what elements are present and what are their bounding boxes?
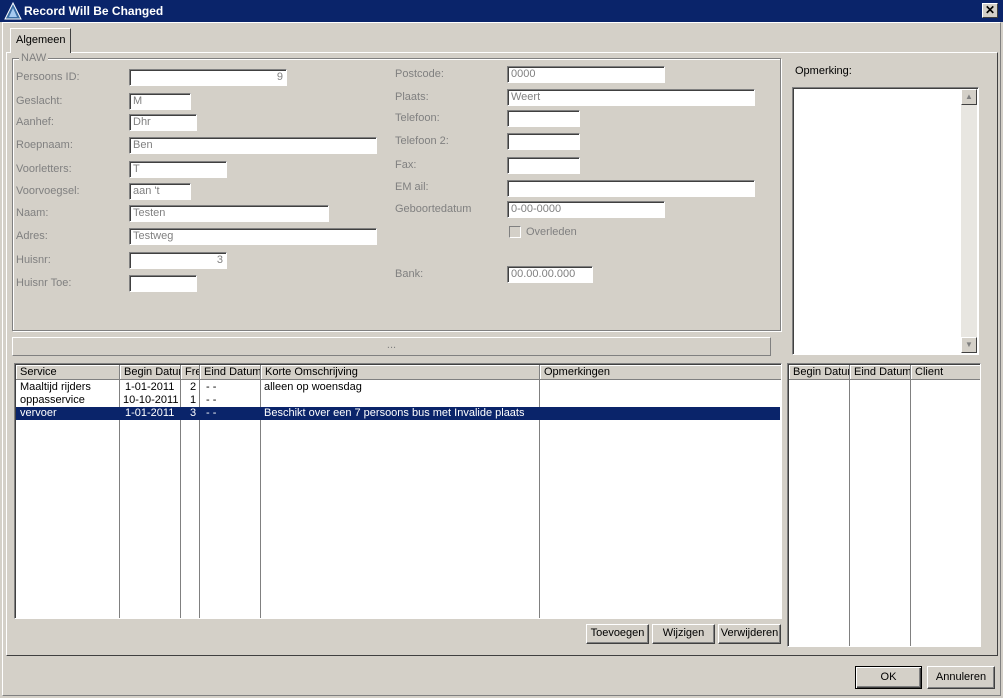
plaats-field[interactable]: Weert	[507, 89, 755, 106]
voorletters-field[interactable]: T	[129, 161, 227, 178]
cell-begin-datum: 1-01-2011	[125, 407, 175, 419]
window-title: Record Will Be Changed	[24, 4, 164, 18]
close-button[interactable]: ✕	[982, 3, 998, 18]
client-grid[interactable]: Begin Datum Eind Datum Client	[787, 363, 981, 647]
table-row-selected[interactable]: vervoer 1-01-2011 3 - - Beschikt over ee…	[16, 407, 780, 420]
opmerking-label: Opmerking:	[795, 65, 852, 77]
overleden-label: Overleden	[526, 226, 577, 238]
wijzigen-button[interactable]: Wijzigen	[652, 624, 715, 644]
adres-field[interactable]: Testweg	[129, 228, 377, 245]
wijzigen-label: Wijzigen	[662, 627, 705, 639]
scroll-down-icon[interactable]: ▼	[961, 337, 977, 353]
splitter-dots: ...	[386, 339, 397, 351]
cell-eind-datum: - -	[206, 381, 217, 393]
col-client-header[interactable]: Client	[911, 365, 980, 380]
col-freq-header[interactable]: Freq	[181, 365, 200, 380]
col-right-eind-datum-header[interactable]: Eind Datum	[850, 365, 911, 380]
email-field[interactable]	[507, 180, 755, 197]
col-opmerkingen-header[interactable]: Opmerkingen	[540, 365, 781, 380]
ok-button[interactable]: OK	[855, 666, 922, 689]
geslacht-label: Geslacht:	[16, 95, 63, 107]
ok-label: OK	[880, 671, 897, 683]
naam-label: Naam:	[16, 207, 49, 219]
huisnr-field[interactable]: 3	[129, 252, 227, 269]
col-begin-datum-header[interactable]: Begin Datum	[120, 365, 181, 380]
telefoon2-field[interactable]	[507, 133, 580, 150]
close-icon: ✕	[984, 3, 996, 17]
annuleren-label: Annuleren	[935, 671, 987, 683]
aanhef-label: Aanhef:	[16, 116, 54, 128]
huisnr-toe-label: Huisnr Toe:	[16, 277, 72, 289]
cell-korte-omschrijving: alleen op woensdag	[264, 381, 362, 393]
col-korte-omschrijving-header[interactable]: Korte Omschrijving	[261, 365, 540, 380]
col-service-header[interactable]: Service	[16, 365, 120, 380]
title-bar: Record Will Be Changed ✕	[0, 0, 1003, 22]
geslacht-field[interactable]: M	[129, 93, 191, 110]
col-eind-datum-header[interactable]: Eind Datum	[200, 365, 261, 380]
voorletters-label: Voorletters:	[16, 163, 72, 175]
verwijderen-button[interactable]: Verwijderen	[718, 624, 781, 644]
telefoon-label: Telefoon:	[395, 112, 440, 124]
aanhef-field[interactable]: Dhr	[129, 114, 197, 131]
naw-group-label: NAW	[19, 52, 49, 64]
cell-freq: 1	[190, 394, 197, 406]
adres-label: Adres:	[16, 230, 48, 242]
tab-algemeen-label: Algemeen	[16, 34, 66, 46]
telefoon-field[interactable]	[507, 110, 580, 127]
cell-begin-datum: 1-01-2011	[125, 381, 175, 393]
table-row[interactable]: oppasservice 10-10-2011 1 - -	[16, 394, 780, 407]
voorvoegsel-label: Voorvoegsel:	[16, 185, 80, 197]
opmerking-memo[interactable]: ▲ ▼	[792, 87, 979, 355]
verwijderen-label: Verwijderen	[720, 627, 779, 639]
overleden-checkbox[interactable]	[509, 226, 521, 238]
roepnaam-field[interactable]: Ben	[129, 137, 377, 154]
cell-eind-datum: - -	[206, 394, 217, 406]
cell-begin-datum: 10-10-2011	[123, 394, 179, 406]
postcode-field[interactable]: 0000	[507, 66, 665, 83]
tab-algemeen[interactable]: Algemeen	[10, 28, 71, 53]
cell-service: oppasservice	[20, 394, 85, 406]
cell-service: vervoer	[20, 407, 57, 419]
cell-service: Maaltijd rijders	[20, 381, 91, 393]
huisnr-label: Huisnr:	[16, 254, 51, 266]
email-label: EM ail:	[395, 181, 429, 193]
roepnaam-label: Roepnaam:	[16, 139, 73, 151]
cell-korte-omschrijving: Beschikt over een 7 persoons bus met Inv…	[264, 407, 525, 419]
geboortedatum-field[interactable]: 0-00-0000	[507, 201, 665, 218]
cell-freq: 2	[190, 381, 197, 393]
scroll-up-icon[interactable]: ▲	[961, 89, 977, 105]
splitter-handle[interactable]: ...	[12, 337, 771, 356]
table-row[interactable]: Maaltijd rijders 1-01-2011 2 - - alleen …	[16, 381, 780, 394]
geboortedatum-label: Geboortedatum	[395, 203, 472, 215]
plaats-label: Plaats:	[395, 91, 429, 103]
fax-label: Fax:	[395, 159, 417, 171]
postcode-label: Postcode:	[395, 68, 444, 80]
col-right-begin-datum-header[interactable]: Begin Datum	[789, 365, 850, 380]
memo-scrollbar[interactable]: ▲ ▼	[961, 89, 977, 353]
naam-field[interactable]: Testen	[129, 205, 329, 222]
fax-field[interactable]	[507, 157, 580, 174]
voorvoegsel-field[interactable]: aan 't	[129, 183, 191, 200]
services-grid[interactable]: Service Begin Datum Freq Eind Datum Kort…	[14, 363, 782, 619]
toevoegen-label: Toevoegen	[590, 627, 645, 639]
cell-freq: 3	[190, 407, 197, 419]
persoons-id-field[interactable]: 9	[129, 69, 287, 86]
annuleren-button[interactable]: Annuleren	[927, 666, 995, 689]
bank-field[interactable]: 00.00.00.000	[507, 266, 593, 283]
cell-eind-datum: - -	[206, 407, 217, 419]
app-logo-icon	[4, 2, 22, 20]
toevoegen-button[interactable]: Toevoegen	[586, 624, 649, 644]
huisnr-toe-field[interactable]	[129, 275, 197, 292]
telefoon2-label: Telefoon 2:	[395, 135, 449, 147]
bank-label: Bank:	[395, 268, 424, 280]
persoons-id-label: Persoons ID:	[16, 71, 80, 83]
